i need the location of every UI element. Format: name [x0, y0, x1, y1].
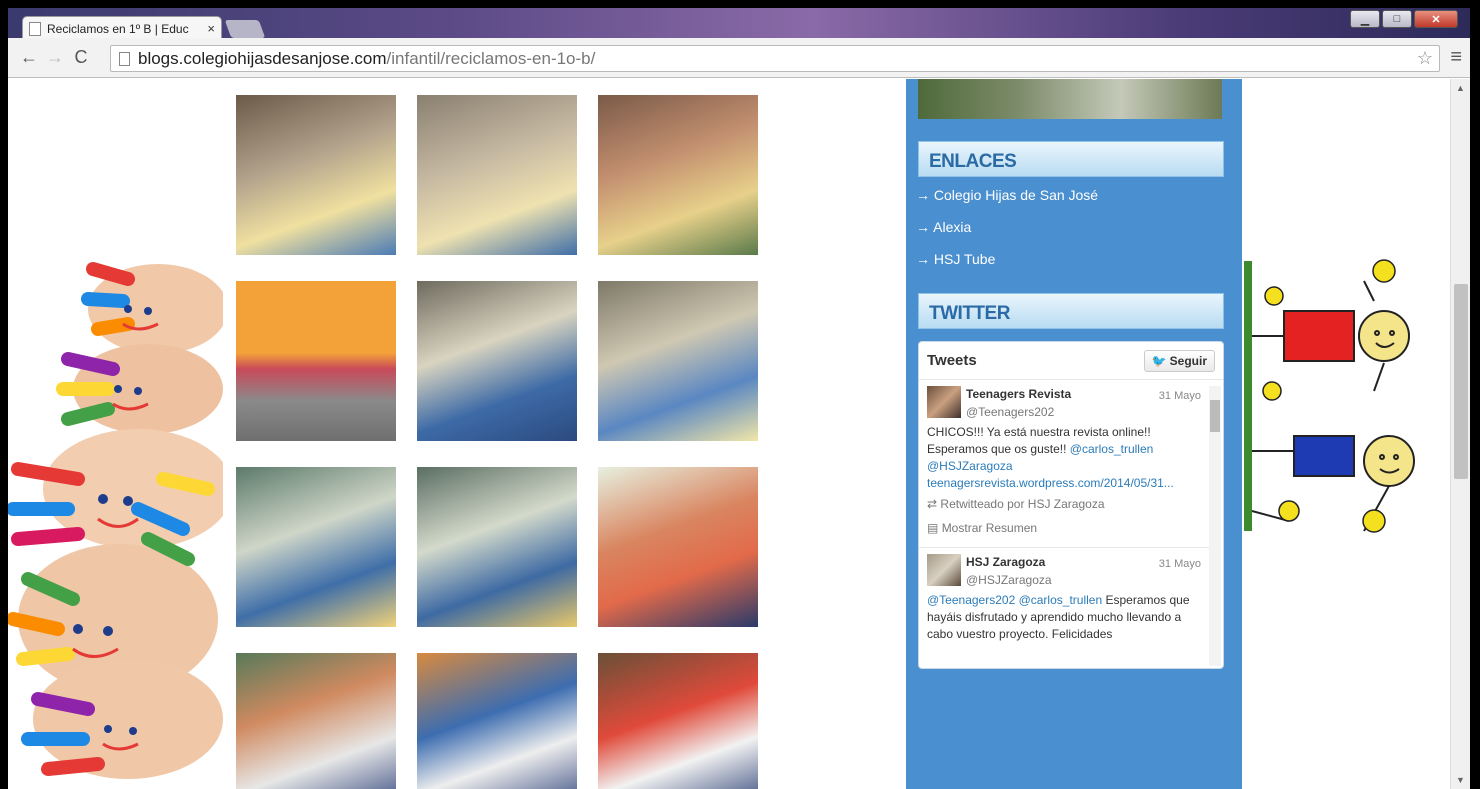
- scroll-up-arrow-icon[interactable]: ▲: [1456, 83, 1465, 93]
- avatar[interactable]: [927, 386, 961, 418]
- sidebar: ENLACES → Colegio Hijas de San José → Al…: [906, 79, 1242, 789]
- tweet-date[interactable]: 31 Mayo: [1159, 388, 1201, 405]
- reload-icon[interactable]: C: [68, 47, 94, 68]
- show-summary-button[interactable]: ▤ Mostrar Resumen: [927, 520, 1037, 537]
- twitter-widget-title: TWITTER: [918, 293, 1224, 329]
- tab-title: Reciclamos en 1º B | Educ: [47, 21, 189, 36]
- tweet-handle[interactable]: @Teenagers202: [966, 404, 1054, 421]
- twitter-bird-icon: 🐦: [1151, 353, 1167, 368]
- mention-link[interactable]: @carlos_trullen: [1070, 442, 1154, 456]
- mention-link[interactable]: @HSJZaragoza: [927, 459, 1013, 473]
- browser-window: Reciclamos en 1º B | Educ × ▁ □ ✕ ← → C …: [8, 8, 1470, 789]
- tweet-handle[interactable]: @HSJZaragoza: [966, 572, 1052, 589]
- link-hsj-tube[interactable]: → HSJ Tube: [916, 251, 995, 267]
- tweet-body: @Teenagers202 @carlos_trullen Esperamos …: [927, 593, 1190, 641]
- forward-arrow-icon[interactable]: →: [42, 47, 68, 68]
- bookmark-star-icon[interactable]: ☆: [1417, 48, 1433, 69]
- maximize-button[interactable]: □: [1382, 10, 1412, 28]
- back-arrow-icon[interactable]: ←: [16, 47, 42, 68]
- gallery-photo[interactable]: [417, 653, 577, 789]
- follow-button[interactable]: 🐦 Seguir: [1143, 349, 1215, 372]
- gallery-photo[interactable]: [417, 281, 577, 441]
- painted-hands-image: [8, 239, 223, 789]
- page-scrollbar[interactable]: ▲ ▼: [1450, 79, 1470, 789]
- retweet-icon: ⇄: [927, 497, 938, 511]
- tweet-date[interactable]: 31 Mayo: [1159, 556, 1201, 573]
- minimize-button[interactable]: ▁: [1350, 10, 1380, 28]
- close-button[interactable]: ✕: [1414, 10, 1458, 28]
- page-icon: [29, 21, 41, 36]
- link-colegio[interactable]: → Colegio Hijas de San José: [916, 187, 1098, 203]
- gallery-photo[interactable]: [236, 281, 396, 441]
- tweet-author[interactable]: HSJ Zaragoza: [966, 554, 1045, 571]
- tab-close-icon[interactable]: ×: [207, 21, 215, 36]
- retweet-info: ⇄ Retwitteado por HSJ Zaragoza: [927, 497, 1105, 511]
- browser-tab[interactable]: Reciclamos en 1º B | Educ ×: [22, 16, 222, 40]
- url-link[interactable]: teenagersrevista.wordpress.com/2014/05/3…: [927, 476, 1174, 490]
- scrollbar-thumb[interactable]: [1454, 284, 1468, 479]
- mention-link[interactable]: @Teenagers202 @carlos_trullen: [927, 593, 1102, 607]
- sidebar-top-photo[interactable]: [918, 79, 1222, 119]
- gallery-photo[interactable]: [598, 653, 758, 789]
- summary-icon: ▤: [927, 521, 939, 535]
- tweet-body: CHICOS!!! Ya está nuestra revista online…: [927, 425, 1174, 490]
- window-controls: ▁ □ ✕: [1350, 10, 1458, 28]
- gallery-photo[interactable]: [417, 467, 577, 627]
- page-content: ENLACES → Colegio Hijas de San José → Al…: [8, 79, 1450, 789]
- gallery-photo[interactable]: [598, 95, 758, 255]
- link-alexia[interactable]: → Alexia: [916, 219, 971, 235]
- gallery-photo[interactable]: [598, 467, 758, 627]
- url-host: blogs.colegiohijasdesanjose.com: [138, 48, 387, 68]
- tweet-2: HSJ Zaragoza @HSJZaragoza 31 Mayo @Teena…: [919, 548, 1209, 668]
- gallery-photo[interactable]: [236, 467, 396, 627]
- scroll-down-arrow-icon[interactable]: ▼: [1456, 775, 1465, 785]
- avatar[interactable]: [927, 554, 961, 586]
- timeline-scrollbar[interactable]: [1209, 386, 1221, 666]
- tweet-author[interactable]: Teenagers Revista: [966, 386, 1071, 403]
- gallery-photo[interactable]: [236, 653, 396, 789]
- gallery-photo[interactable]: [598, 281, 758, 441]
- address-bar[interactable]: blogs.colegiohijasdesanjose.com /infanti…: [110, 45, 1440, 72]
- tweets-title: Tweets: [927, 352, 977, 369]
- twitter-timeline: Tweets 🐦 Seguir Teenagers Revista @Teenag…: [918, 341, 1224, 669]
- gallery-photo[interactable]: [417, 95, 577, 255]
- kids-drawing-image: [1244, 259, 1415, 533]
- tweet-1: Teenagers Revista @Teenagers202 31 Mayo …: [919, 380, 1209, 546]
- tweets-header: Tweets 🐦 Seguir: [919, 342, 1223, 380]
- new-tab-button[interactable]: [224, 20, 266, 38]
- title-bar: Reciclamos en 1º B | Educ × ▁ □ ✕: [8, 8, 1470, 40]
- page-icon: [119, 51, 130, 66]
- menu-icon[interactable]: ≡: [1450, 46, 1462, 69]
- url-path: /infantil/reciclamos-en-1o-b/: [386, 48, 596, 68]
- enlaces-widget-title: ENLACES: [918, 141, 1224, 177]
- gallery-photo[interactable]: [236, 95, 396, 255]
- browser-toolbar: ← → C blogs.colegiohijasdesanjose.com /i…: [8, 38, 1470, 78]
